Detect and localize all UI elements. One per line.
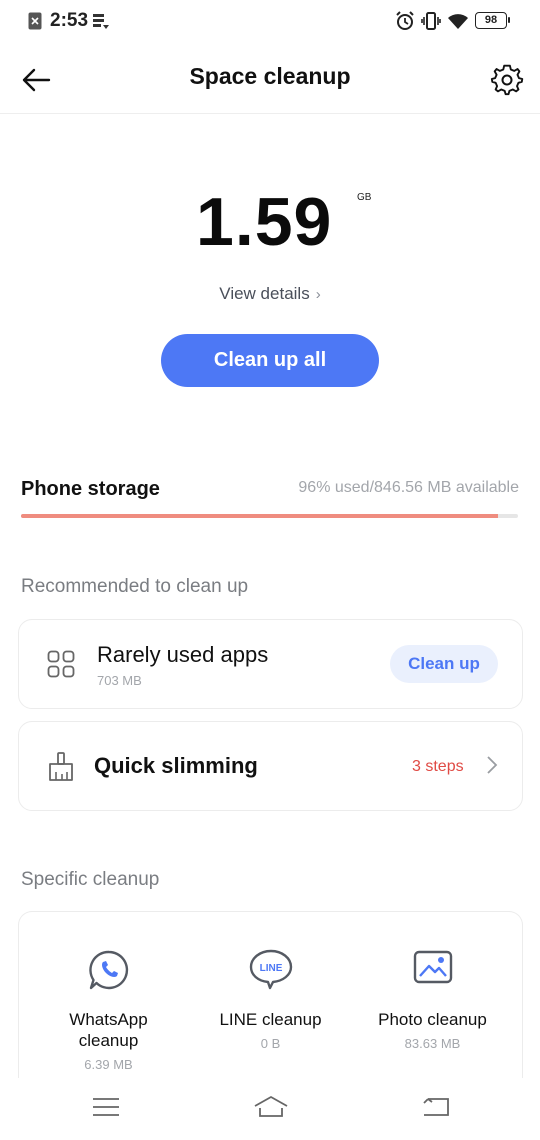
photo-icon xyxy=(413,950,452,984)
chevron-right-icon: › xyxy=(315,286,321,303)
storage-progress-bar xyxy=(21,514,518,518)
recommended-heading: Recommended to clean up xyxy=(21,576,249,597)
status-bar: 2:53 98 xyxy=(0,0,540,44)
rarely-used-apps-size: 703 MB xyxy=(97,673,142,688)
junk-size-value: 1.59 xyxy=(196,184,333,260)
home-icon[interactable] xyxy=(253,1094,289,1120)
page-title: Space cleanup xyxy=(189,63,351,89)
quick-slimming-steps: 3 steps xyxy=(412,758,464,775)
menu-icon[interactable] xyxy=(92,1096,120,1118)
rarely-used-apps-card[interactable]: Rarely used apps 703 MB Clean up xyxy=(18,619,523,709)
view-details-link[interactable]: View details › xyxy=(0,284,540,304)
line-cleanup-size: 0 B xyxy=(260,1036,281,1051)
notification-x-icon xyxy=(28,12,42,30)
rarely-used-apps-title: Rarely used apps xyxy=(97,642,269,667)
photo-cleanup-size: 83.63 MB xyxy=(404,1036,461,1051)
quick-slimming-title: Quick slimming xyxy=(94,753,258,778)
settings-button[interactable] xyxy=(489,62,525,98)
battery-tip xyxy=(508,17,510,23)
view-details-label: View details xyxy=(219,284,310,303)
battery-icon: 98 xyxy=(475,12,507,29)
line-cleanup-tile[interactable]: LINE LINE cleanup 0 B xyxy=(187,912,354,1082)
photo-cleanup-title: Photo cleanup xyxy=(378,1010,487,1029)
photo-cleanup-tile[interactable]: Photo cleanup 83.63 MB xyxy=(349,912,516,1082)
line-icon: LINE xyxy=(249,949,292,990)
junk-size-unit: GB xyxy=(357,192,372,203)
whatsapp-icon xyxy=(88,950,128,990)
line-cleanup-title: LINE cleanup xyxy=(219,1010,322,1029)
storage-progress-fill xyxy=(21,514,499,518)
data-saver-icon xyxy=(93,14,109,29)
quick-slimming-card[interactable]: Quick slimming 3 steps xyxy=(18,721,523,811)
whatsapp-title-line2: cleanup xyxy=(78,1031,139,1050)
wifi-icon xyxy=(448,14,468,29)
alarm-icon xyxy=(396,11,414,30)
whatsapp-title-line1: WhatsApp xyxy=(69,1010,148,1029)
chevron-right-icon xyxy=(487,756,498,774)
whatsapp-cleanup-size: 6.39 MB xyxy=(84,1057,133,1072)
whatsapp-cleanup-tile[interactable]: WhatsApp cleanup 6.39 MB xyxy=(25,912,192,1082)
header-divider xyxy=(0,113,540,114)
whatsapp-cleanup-title: WhatsApp cleanup xyxy=(25,1009,192,1051)
gear-icon xyxy=(490,64,524,96)
battery-level: 98 xyxy=(484,14,498,26)
line-icon-text: LINE xyxy=(259,963,282,974)
clean-up-all-button[interactable]: Clean up all xyxy=(161,334,379,387)
back-nav-icon[interactable] xyxy=(420,1096,450,1118)
bottom-navigation-bar xyxy=(0,1078,540,1140)
status-time: 2:53 xyxy=(50,10,89,31)
specific-cleanup-heading: Specific cleanup xyxy=(21,869,160,890)
phone-storage-label: Phone storage xyxy=(21,478,160,500)
clean-up-button[interactable]: Clean up xyxy=(390,645,498,683)
phone-storage-status: 96% used/846.56 MB available xyxy=(298,479,519,496)
apps-grid-icon xyxy=(47,650,75,678)
vibrate-icon xyxy=(421,12,441,30)
broom-icon xyxy=(49,752,73,781)
